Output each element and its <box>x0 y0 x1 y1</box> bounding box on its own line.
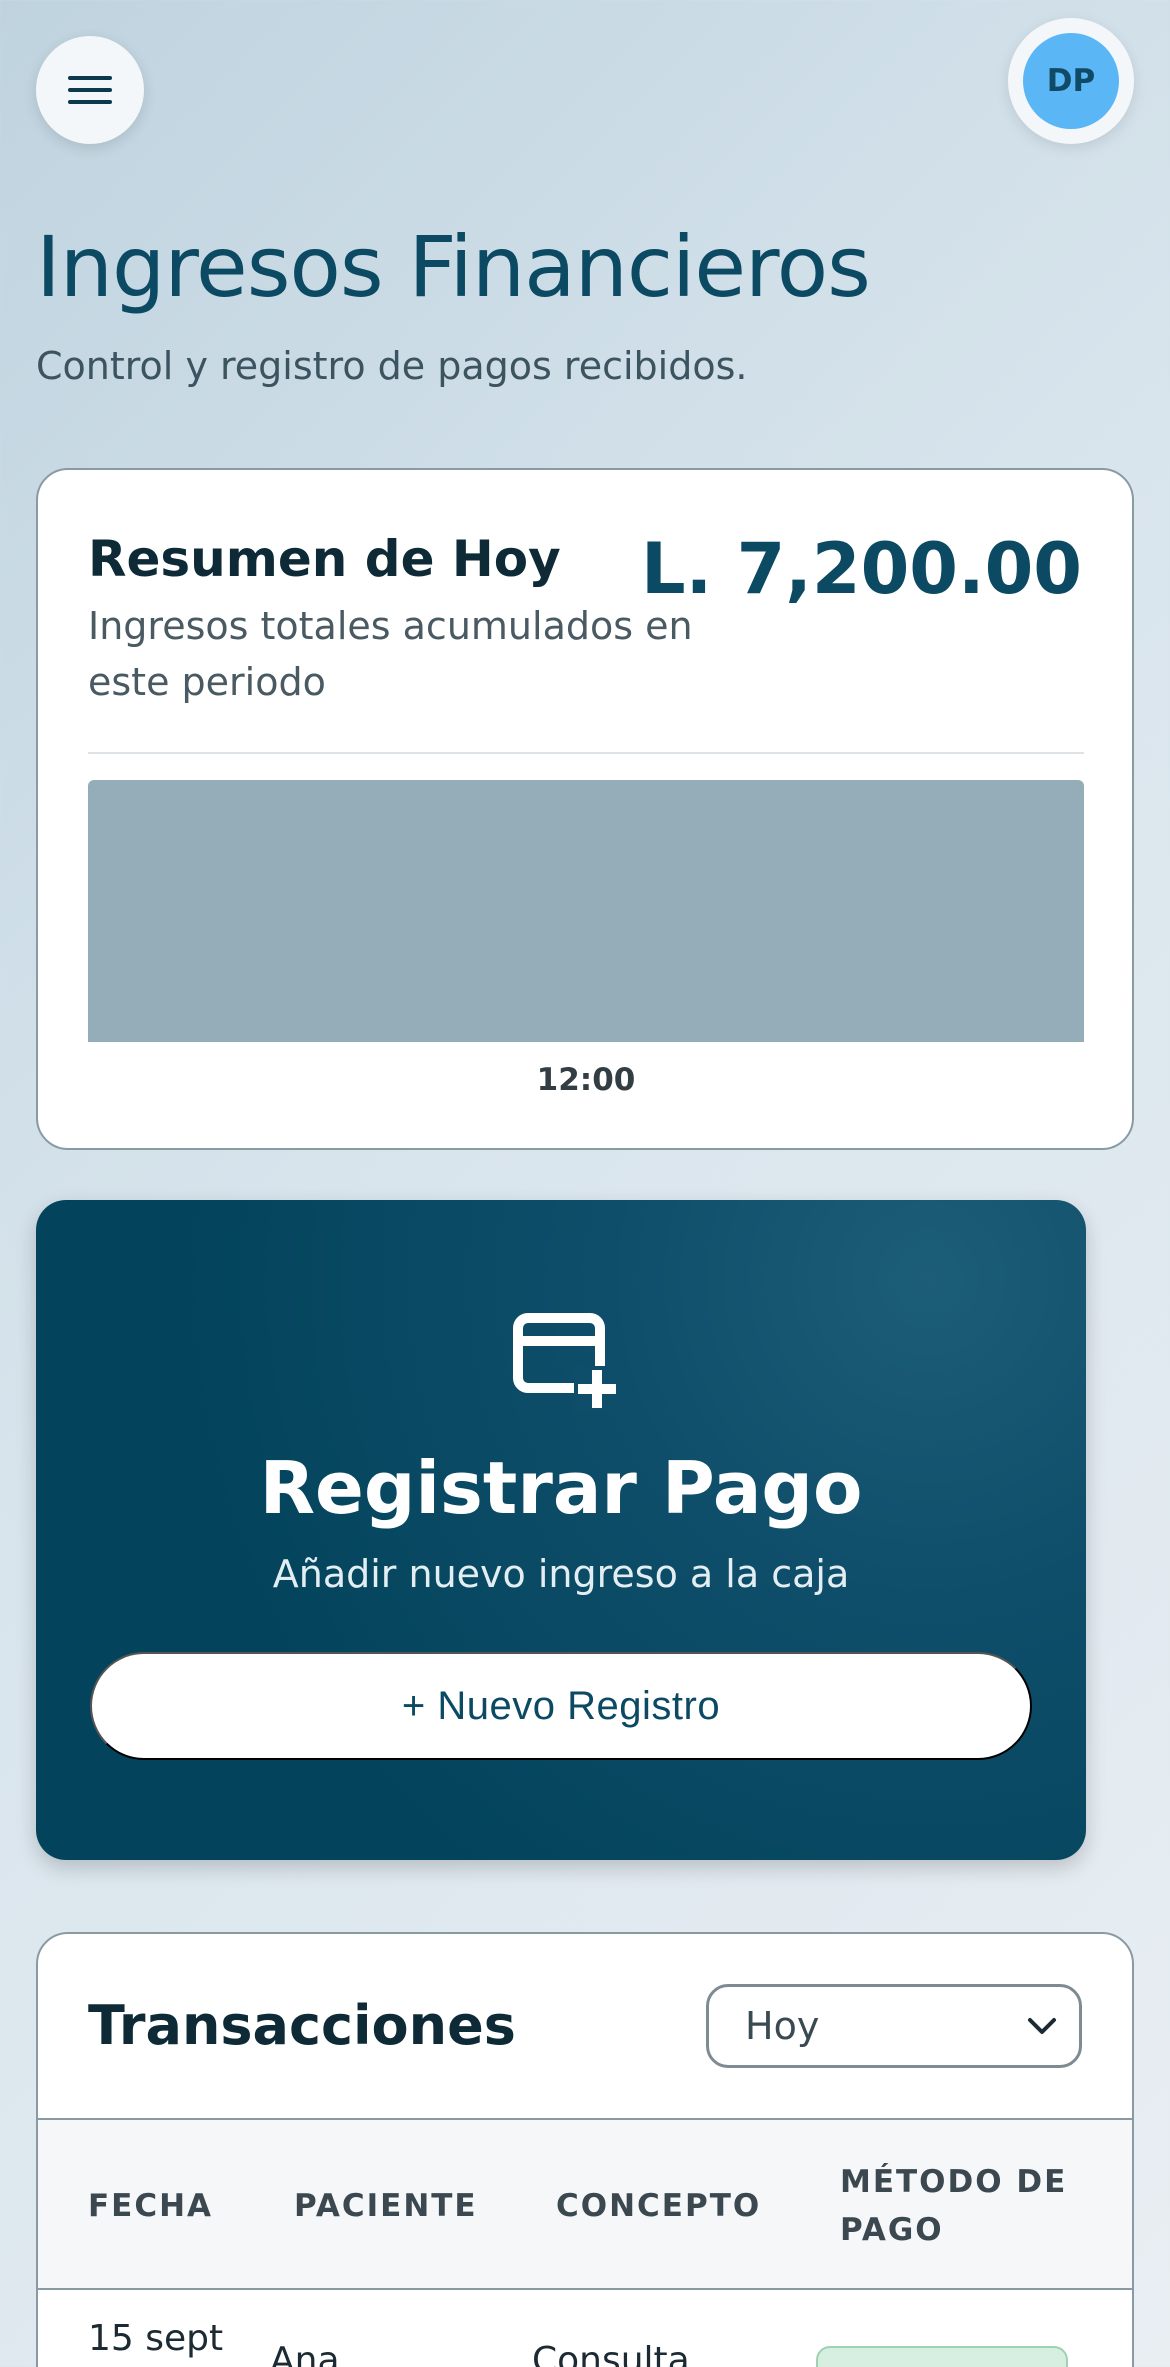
menu-button[interactable] <box>36 36 144 144</box>
summary-amount: L. 7,200.00 <box>641 528 1082 610</box>
user-avatar-button[interactable]: DP <box>1008 18 1134 144</box>
column-header-paciente: PACIENTE <box>294 2188 478 2224</box>
cell-fecha: 15 sept <box>88 2318 224 2359</box>
transactions-title: Transacciones <box>88 1994 516 2057</box>
page-subtitle: Control y registro de pagos recibidos. <box>36 344 748 388</box>
income-chart <box>88 780 1084 1042</box>
summary-divider <box>88 752 1084 754</box>
cell-concepto: Consulta <box>532 2340 690 2367</box>
cell-paciente: Ana <box>270 2340 340 2367</box>
chevron-down-icon <box>1028 2018 1056 2034</box>
summary-card: Resumen de Hoy Ingresos totales acumulad… <box>36 468 1134 1150</box>
chart-x-axis: 12:00 <box>88 1062 1084 1098</box>
column-header-fecha: FECHA <box>88 2188 214 2224</box>
page-title: Ingresos Financieros <box>36 218 871 316</box>
avatar: DP <box>1023 33 1119 129</box>
payment-method-badge <box>816 2346 1068 2367</box>
transactions-card: Transacciones Hoy FECHA PACIENTE CONCEPT… <box>36 1932 1134 2367</box>
add-card-icon <box>513 1313 620 1410</box>
new-record-button[interactable]: + Nuevo Registro <box>90 1652 1032 1760</box>
hamburger-icon <box>68 76 112 104</box>
table-header: FECHA PACIENTE CONCEPTO MÉTODO DE PAGO <box>38 2118 1132 2290</box>
chart-tick-label: 12:00 <box>536 1062 636 1098</box>
column-header-concepto: CONCEPTO <box>556 2188 762 2224</box>
period-select[interactable]: Hoy <box>706 1984 1082 2068</box>
register-payment-card: Registrar Pago Añadir nuevo ingreso a la… <box>36 1200 1086 1860</box>
register-title: Registrar Pago <box>259 1446 863 1530</box>
chart-bar <box>88 780 1084 1042</box>
summary-title: Resumen de Hoy <box>88 530 561 588</box>
summary-description: Ingresos totales acumulados en este peri… <box>88 604 693 704</box>
column-header-metodo-pago: MÉTODO DE PAGO <box>840 2164 1068 2248</box>
period-select-value: Hoy <box>745 2004 820 2048</box>
register-subtitle: Añadir nuevo ingreso a la caja <box>272 1552 850 1596</box>
